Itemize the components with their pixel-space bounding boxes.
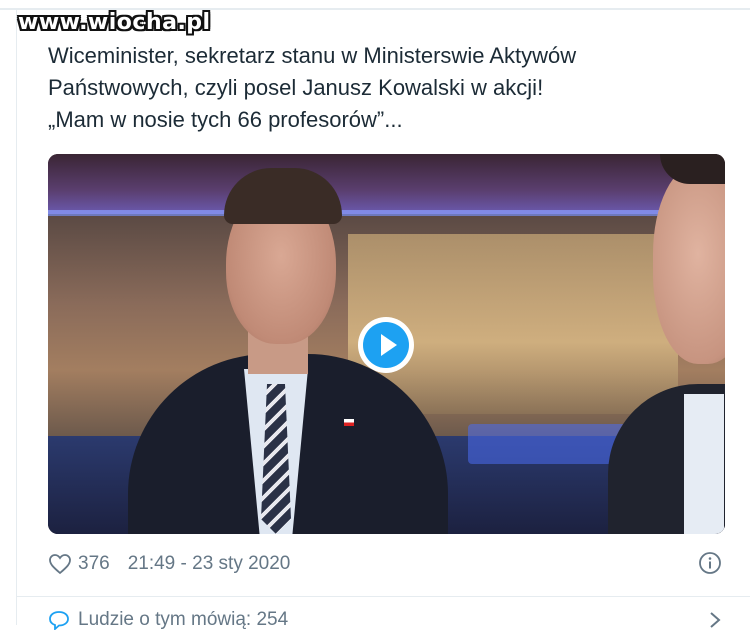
info-icon[interactable] <box>698 551 722 575</box>
people-talking-link[interactable]: Ludzie o tym mówią: 254 <box>48 608 728 632</box>
comment-icon <box>49 611 69 630</box>
video-player[interactable] <box>48 154 725 534</box>
play-icon <box>363 322 409 368</box>
people-talking-label: Ludzie o tym mówią: 254 <box>78 609 289 630</box>
play-button[interactable] <box>358 317 414 373</box>
heart-icon[interactable] <box>48 553 72 575</box>
tweet-text: Wiceminister, sekretarz stanu w Minister… <box>48 40 728 136</box>
section-divider <box>16 596 750 597</box>
second-person-shirt <box>684 394 724 534</box>
like-count: 376 <box>78 553 110 574</box>
chevron-right-icon <box>710 612 721 628</box>
watermark: www.wiocha.pl <box>18 10 211 35</box>
studio-ceiling <box>48 154 725 214</box>
left-border <box>16 8 17 625</box>
tweet-meta: 376 21:49 - 23 sty 2020 <box>48 552 290 576</box>
second-person-head <box>653 164 725 364</box>
tweet-text-line: „Mam w nosie tych 66 profesorów”... <box>48 107 403 132</box>
tweet-timestamp[interactable]: 21:49 - 23 sty 2020 <box>128 553 291 575</box>
tweet-text-line: Państwowych, czyli posel Janusz Kowalski… <box>48 75 544 100</box>
tweet-text-line: Wiceminister, sekretarz stanu w Minister… <box>48 43 577 68</box>
flag-pin <box>344 419 354 426</box>
